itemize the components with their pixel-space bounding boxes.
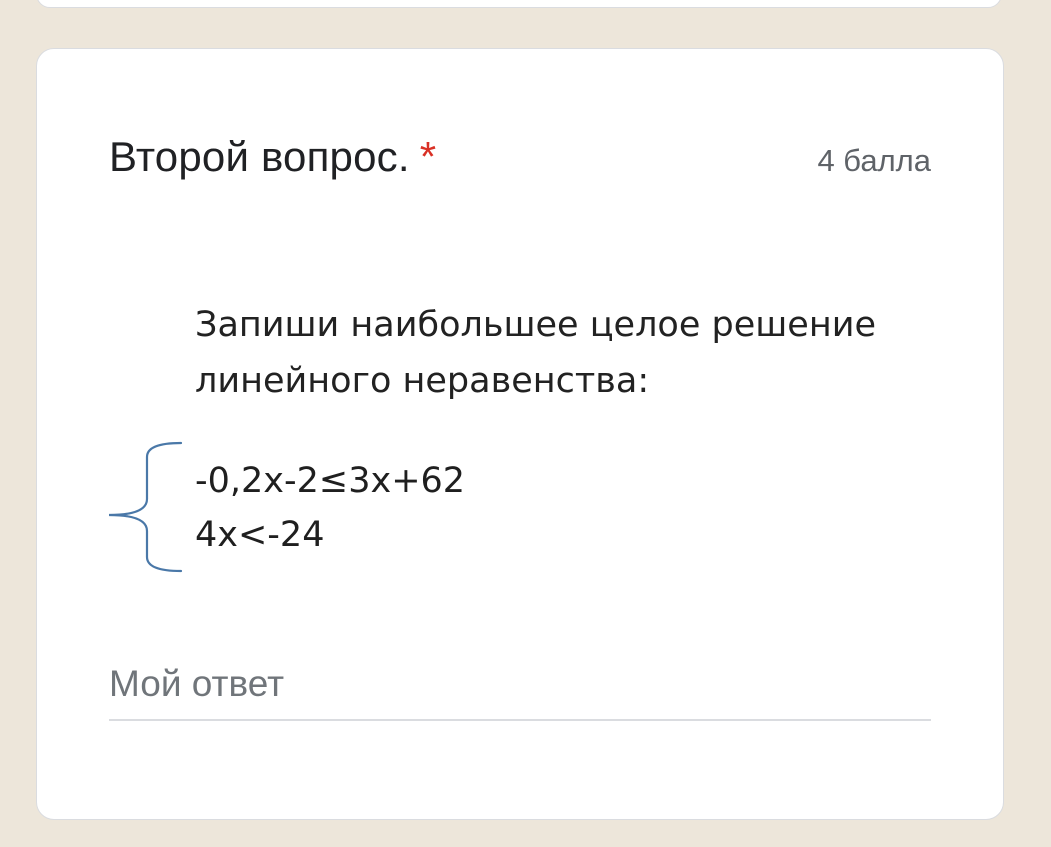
required-asterisk: * — [419, 133, 437, 180]
inequality-1: -0,2x-2≤3x+62 — [195, 461, 466, 501]
points-label: 4 балла — [817, 143, 931, 178]
question-card: Второй вопрос. * 4 балла Запиши наибольше… — [36, 48, 1004, 820]
previous-question-card — [36, 0, 1002, 8]
question-image: Запиши наибольшее целое решение линейног… — [109, 281, 949, 581]
inequality-2: 4x<-24 — [195, 515, 325, 555]
curly-brace-icon — [109, 441, 183, 573]
question-title-text: Второй вопрос. — [109, 133, 410, 180]
answer-input[interactable] — [109, 659, 931, 721]
question-title: Второй вопрос. * — [109, 133, 436, 181]
question-prompt-line-1: Запиши наибольшее целое решение — [195, 305, 876, 345]
question-prompt-line-2: линейного неравенства: — [195, 361, 650, 401]
